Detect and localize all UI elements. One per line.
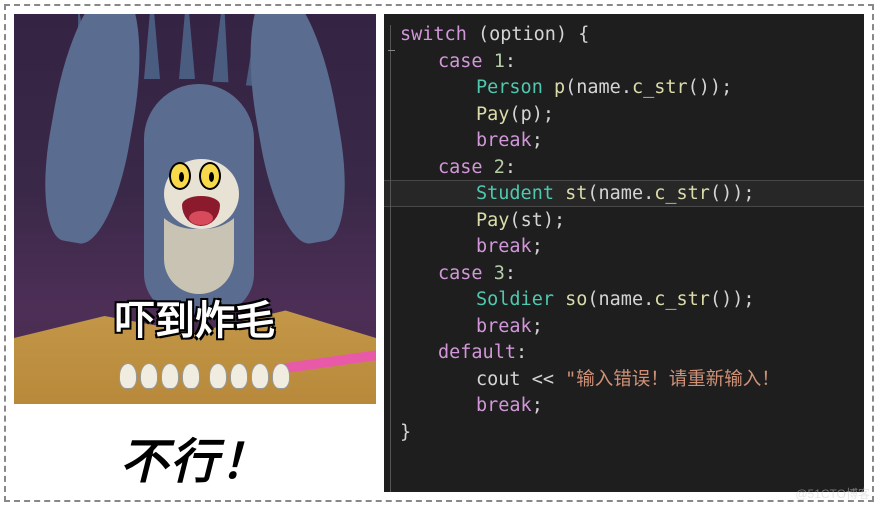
code-line: Pay(st); (400, 208, 864, 235)
code-line: Pay(p); (400, 102, 864, 129)
code-block: switch (option) { case 1: Person p(name.… (384, 14, 864, 454)
code-line: Soldier so(name.c_str()); (400, 287, 864, 314)
code-line: break; (400, 234, 864, 261)
fur-spike (212, 14, 231, 82)
meme-overlay-text: 吓到炸毛 (14, 288, 376, 346)
meme-column: 吓到炸毛 不行！ (14, 14, 376, 492)
code-line: case 2: (400, 155, 864, 182)
code-line: default: (400, 340, 864, 367)
watermark: @51CTO博客 (795, 485, 870, 502)
cat-eye-right (199, 162, 221, 190)
code-line: } (400, 420, 864, 447)
code-line: Person p(name.c_str()); (400, 75, 864, 102)
cat-tongue (189, 211, 213, 225)
code-line: cout << "输入错误！请重新输入！ (400, 367, 864, 394)
code-line: case 3: (400, 261, 864, 288)
document-container: 吓到炸毛 不行！ switch (option) { case 1: Perso… (4, 4, 874, 502)
fur-spike (179, 14, 195, 79)
cat-toes-right (209, 363, 290, 389)
meme-caption: 不行！ (120, 422, 270, 492)
code-editor: switch (option) { case 1: Person p(name.… (384, 14, 864, 492)
cat-arm-left (32, 14, 156, 249)
meme-image: 吓到炸毛 (14, 14, 376, 404)
code-line: Student st(name.c_str()); (400, 181, 864, 208)
code-line: break; (400, 393, 864, 420)
cat-eye-left (169, 162, 191, 190)
code-line: break; (400, 314, 864, 341)
code-line: break; (400, 128, 864, 155)
cat-toes-left (119, 363, 200, 389)
fold-gutter (388, 22, 396, 484)
fur-spike (144, 14, 160, 79)
code-line: switch (option) { (400, 22, 864, 49)
code-line: case 1: (400, 49, 864, 76)
